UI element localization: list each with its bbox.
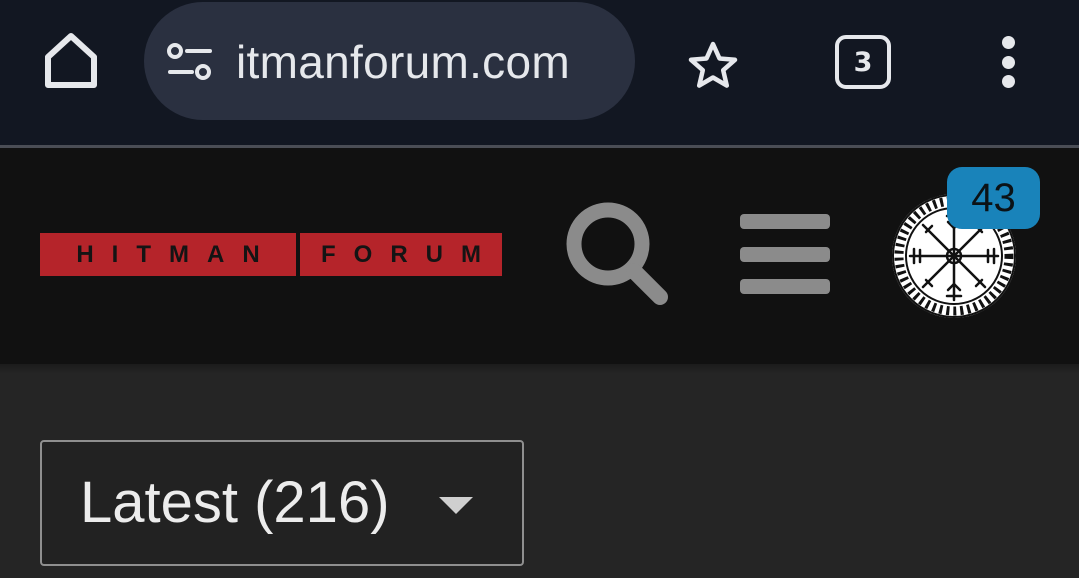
tab-switcher-button[interactable]: 3 [835,35,891,89]
forum-logo[interactable]: HITMAN FORUM [40,233,502,276]
bookmark-button[interactable] [683,38,743,94]
browser-toolbar: itmanforum.com 3 [0,0,1079,145]
logo-forum: FORUM [300,233,502,276]
url-text[interactable]: itmanforum.com [236,34,570,90]
hamburger-menu-button[interactable] [737,212,833,296]
search-button[interactable] [560,198,676,314]
home-icon [45,33,97,88]
tab-count: 3 [853,46,873,78]
home-button[interactable] [38,28,104,94]
site-settings-button[interactable] [165,40,215,84]
forum-header: HITMAN FORUM [0,148,1079,364]
header-shadow [0,364,1079,374]
search-icon [566,202,668,305]
caret-down-icon [439,497,473,514]
more-vert-icon [1001,36,1015,49]
hamburger-menu-icon [740,214,830,229]
logo-hitman: HITMAN [40,233,296,276]
notification-badge[interactable]: 43 [947,167,1040,229]
filter-label: Latest (216) [80,470,390,535]
star-icon [688,41,738,88]
site-settings-icon [167,43,212,80]
more-options-button[interactable] [988,34,1028,90]
topic-filter-dropdown[interactable]: Latest (216) [40,440,524,566]
